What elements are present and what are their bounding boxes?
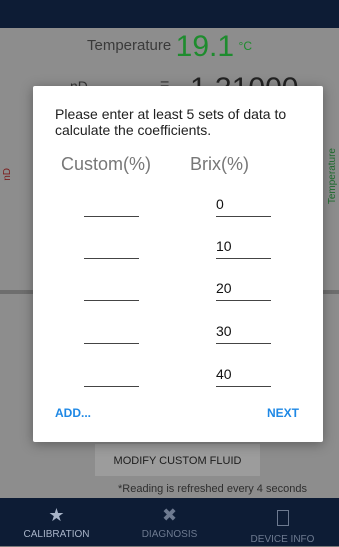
refresh-note: *Reading is refreshed every 4 seconds — [118, 483, 307, 495]
temperature-value: 19.1 — [175, 30, 235, 63]
document-icon — [226, 502, 339, 533]
nav-label-calibration: CALIBRATION — [23, 529, 90, 540]
temperature-readout: Temperature 19.1 °C — [0, 30, 339, 68]
custom-input-5[interactable] — [84, 362, 139, 387]
temperature-label: Temperature — [87, 37, 172, 54]
left-axis-label: nD — [2, 168, 13, 181]
brix-input-3[interactable] — [216, 276, 271, 301]
custom-column-header: Custom(%) — [61, 154, 152, 174]
brix-input-1[interactable] — [216, 192, 271, 217]
tools-icon: ✖ — [161, 505, 178, 525]
bottom-nav: ★ CALIBRATION ✖ DIAGNOSIS DEVICE INFO — [0, 498, 339, 546]
custom-input-1[interactable] — [84, 192, 139, 217]
add-button[interactable]: ADD... — [55, 406, 91, 420]
brix-input-4[interactable] — [216, 319, 271, 344]
status-bar — [0, 0, 339, 28]
nav-label-device-info: DEVICE INFO — [250, 534, 315, 545]
calibration-dialog: Please enter at least 5 sets of data to … — [33, 86, 323, 442]
dialog-message: Please enter at least 5 sets of data to … — [55, 106, 287, 138]
brix-input-5[interactable] — [216, 362, 271, 387]
right-axis-label: Temperature — [327, 148, 338, 205]
nav-item-calibration[interactable]: ★ CALIBRATION — [0, 498, 113, 546]
brix-input-2[interactable] — [216, 234, 271, 259]
star-icon: ★ — [48, 505, 65, 525]
brix-column-header: Brix(%) — [190, 154, 249, 174]
custom-input-3[interactable] — [84, 276, 139, 301]
nav-item-device-info[interactable]: DEVICE INFO — [226, 498, 339, 546]
nav-item-diagnosis[interactable]: ✖ DIAGNOSIS — [113, 498, 226, 546]
custom-input-4[interactable] — [84, 319, 139, 344]
next-button[interactable]: NEXT — [267, 406, 299, 420]
custom-input-2[interactable] — [84, 234, 139, 259]
temperature-unit: °C — [238, 39, 252, 53]
nav-label-diagnosis: DIAGNOSIS — [141, 529, 198, 540]
modify-custom-fluid-button[interactable]: MODIFY CUSTOM FLUID — [95, 444, 260, 476]
